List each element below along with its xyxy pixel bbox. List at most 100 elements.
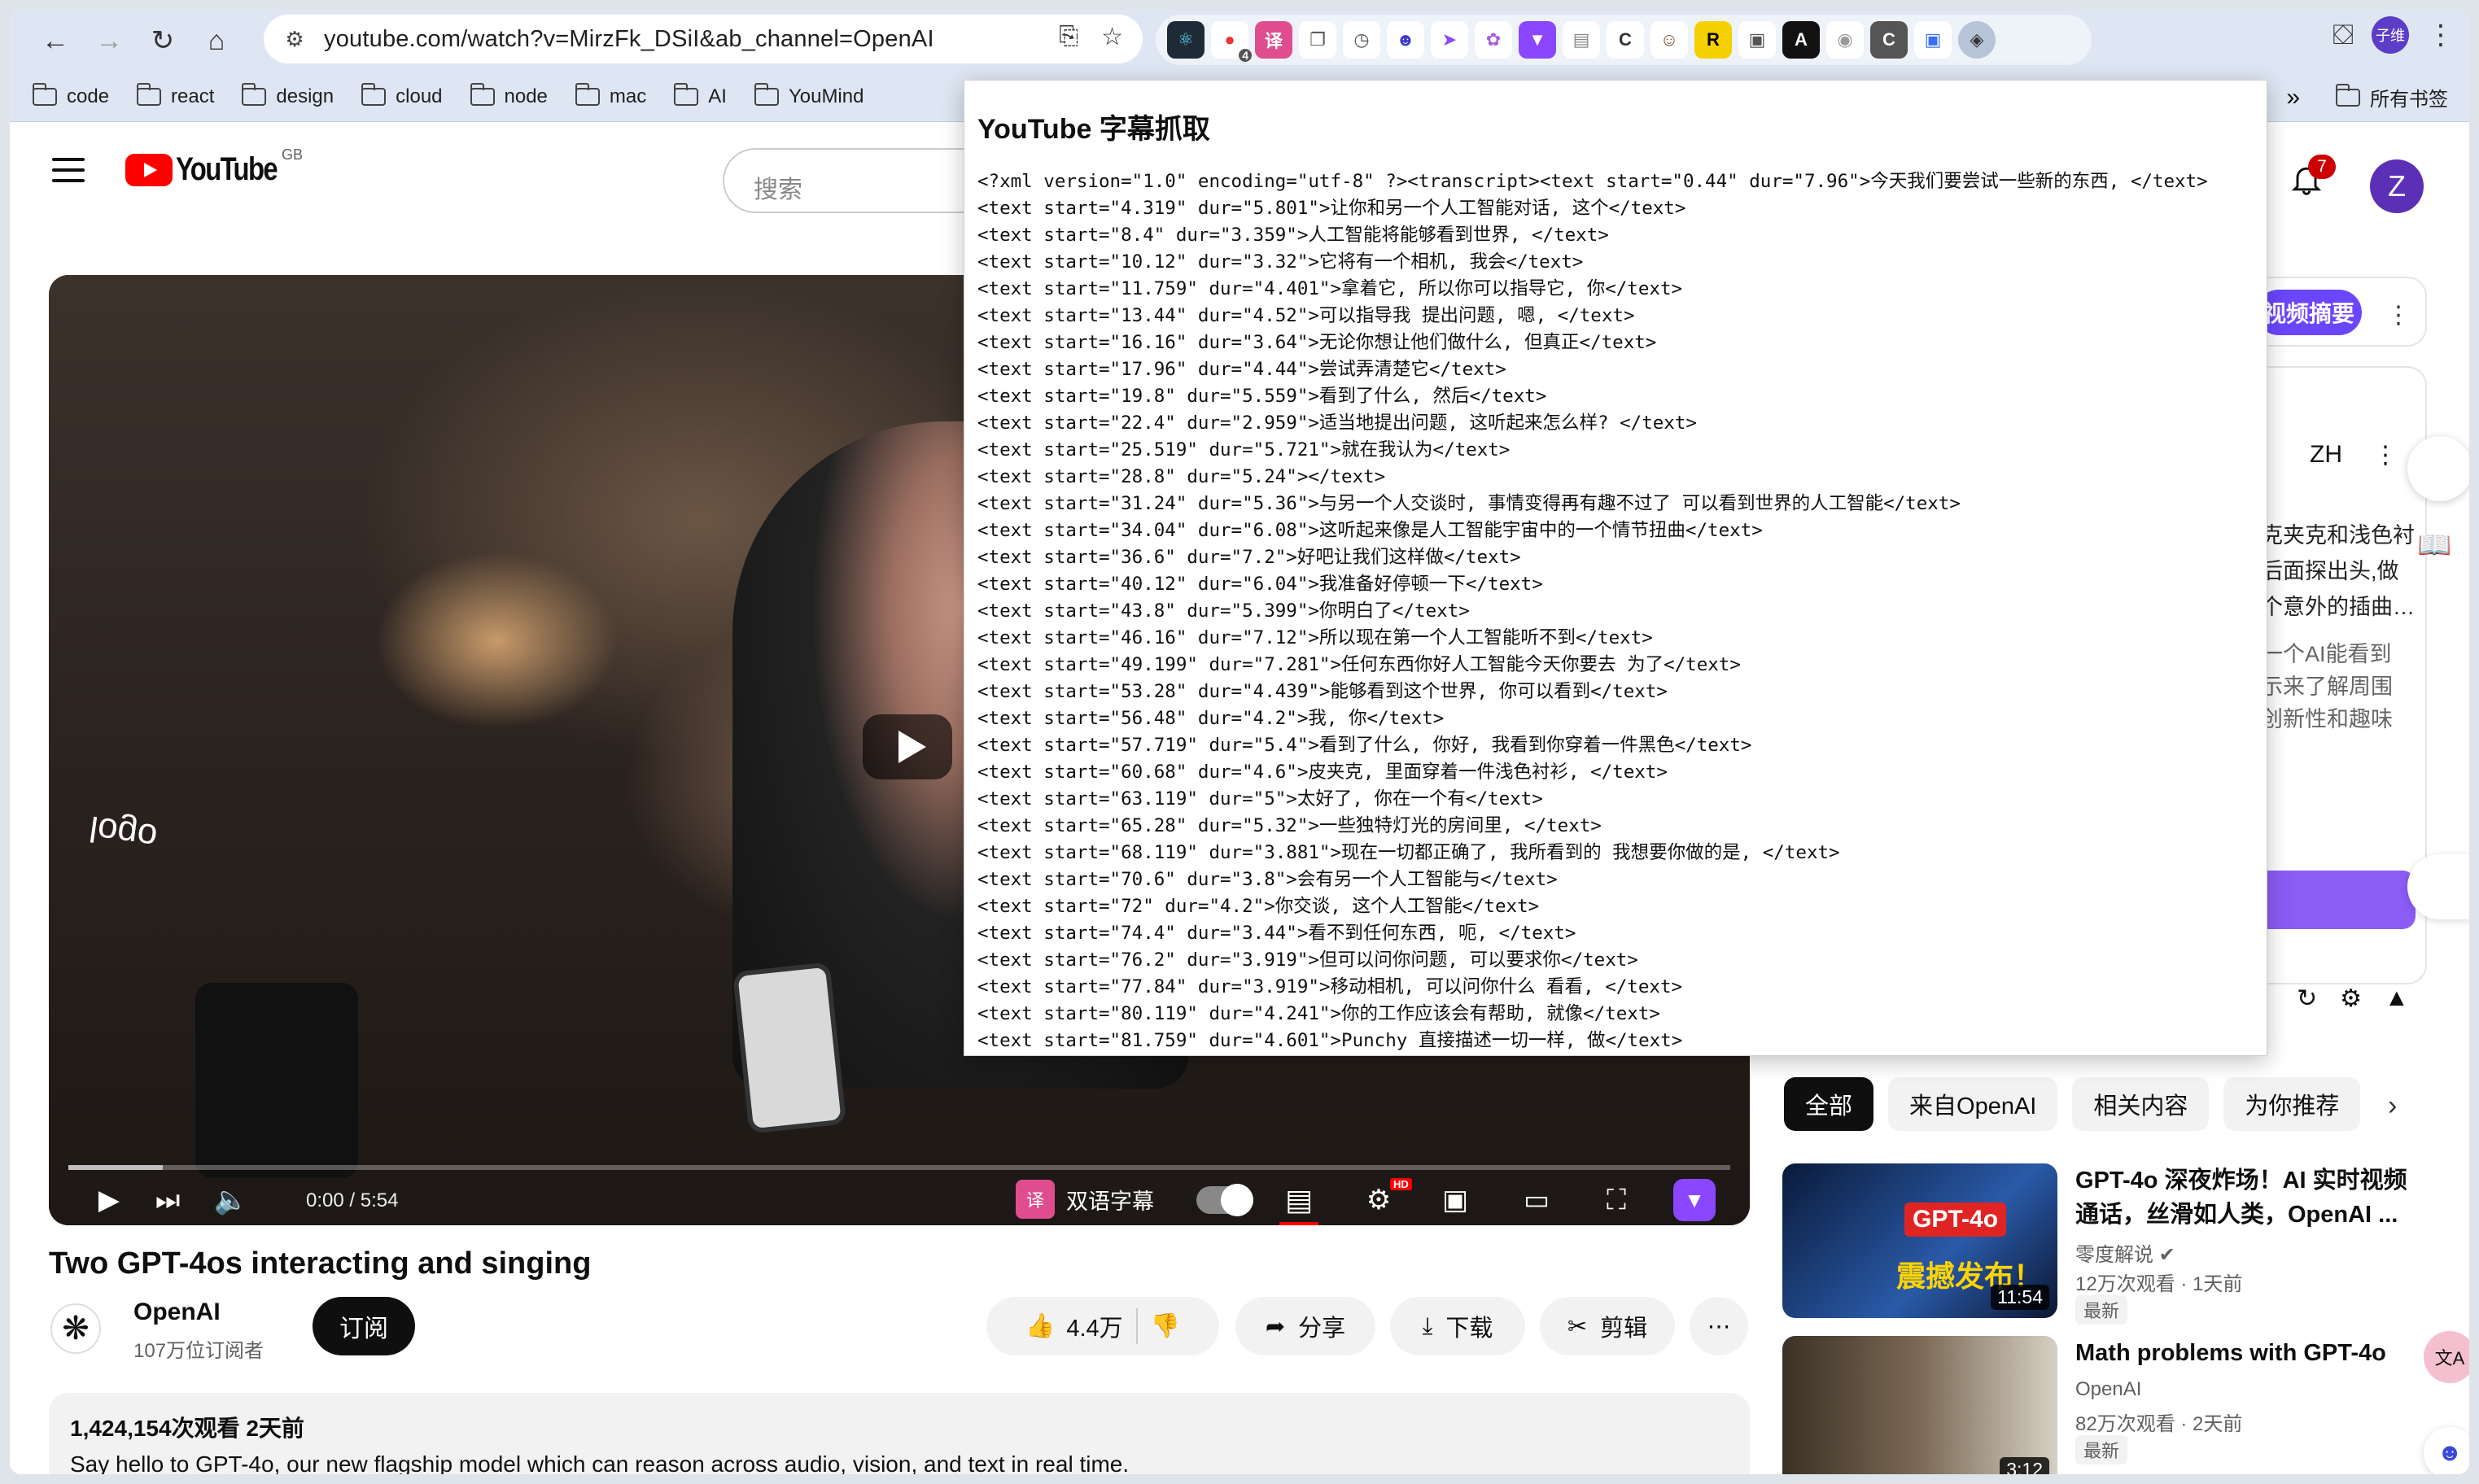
hat-ext-icon[interactable]: ➤	[1431, 21, 1468, 59]
recommended-video[interactable]: GPT-4o 震撼发布！ 11:54 GPT-4o 深夜炸场！AI 实时视频通话…	[1782, 1163, 2425, 1325]
speed-ext-icon[interactable]: ◷	[1343, 21, 1380, 59]
miniplayer-icon[interactable]: ▣	[1432, 1175, 1478, 1225]
person-ext-icon[interactable]: ☺	[1650, 21, 1688, 59]
transcript-line: <text start="25.519" dur="5.721">就在我认为</…	[977, 439, 1511, 460]
toolbar-right: ⛋ 子维 ⋮	[2333, 16, 2455, 54]
robot-ext-icon[interactable]: ▣	[1914, 21, 1952, 59]
ext-red-icon[interactable]: ● 4	[1211, 21, 1252, 62]
url-text: youtube.com/watch?v=MirzFk_DSiI&ab_chann…	[324, 25, 934, 52]
like-button[interactable]: 👍 4.4万	[1025, 1309, 1122, 1343]
notification-count-badge: 7	[2308, 155, 2336, 179]
subtitle-ext-icon[interactable]: ◈	[1958, 21, 1996, 59]
hamburger-menu-icon[interactable]	[52, 158, 85, 182]
c-grey-ext-icon[interactable]: C	[1870, 21, 1908, 59]
install-icon[interactable]: ⎘	[1059, 23, 1078, 51]
transcript-line: <text start="77.84" dur="3.919">移动相机, 可以…	[977, 976, 1683, 997]
bookmark-ai[interactable]: AI	[674, 82, 727, 108]
next-icon[interactable]: ⏭	[145, 1175, 190, 1225]
back-icon[interactable]: ←	[33, 18, 78, 63]
recommended-video[interactable]: 3:12 Math problems with GPT-4o OpenAI 82…	[1782, 1336, 2425, 1474]
summary-more-icon[interactable]: ⋮	[2386, 301, 2411, 330]
openai-logo-icon[interactable]: ❋	[50, 1303, 101, 1354]
transcript-line: <text start="70.6" dur="3.8">会有另一个人工智能与<…	[977, 869, 1558, 890]
big-play-button[interactable]	[863, 714, 952, 779]
transcript-line: <text start="76.2" dur="3.919">但可以问你问题, …	[977, 949, 1638, 971]
volume-icon[interactable]: 🔈	[208, 1175, 254, 1225]
summary-settings-icon[interactable]: ⚙	[2340, 984, 2362, 1013]
subscribe-button[interactable]: 订阅	[313, 1297, 415, 1355]
hat-float-icon[interactable]	[2407, 854, 2469, 919]
bookmark-star-icon[interactable]: ☆	[1101, 23, 1123, 51]
bookmark-cloud[interactable]: cloud	[361, 82, 443, 108]
rec-title: GPT-4o 深夜炸场！AI 实时视频通话，丝滑如人类，OpenAI ...	[2075, 1168, 2407, 1228]
language-selector[interactable]: ZH	[2310, 441, 2342, 469]
channel-name[interactable]: OpenAI	[133, 1298, 221, 1326]
fullscreen-icon[interactable]: ⛶	[1594, 1175, 1639, 1225]
extensions-puzzle-icon[interactable]: ⛋	[2333, 20, 2354, 51]
description-box[interactable]: 1,424,154次观看 2天前 Say hello to GPT-4o, ou…	[49, 1393, 1750, 1474]
dual-subtitle-button[interactable]: 译 双语字幕	[1016, 1180, 1154, 1219]
bookmark-label: react	[171, 85, 215, 107]
download-label: 下载	[1445, 1316, 1493, 1342]
c-ext-icon[interactable]: C	[1607, 21, 1644, 59]
youtube-logo[interactable]: YouTube GB	[125, 146, 303, 188]
bookmark-label: code	[67, 85, 110, 107]
chips-next-chevron-icon[interactable]: ›	[2388, 1090, 2397, 1122]
brain-float-icon[interactable]	[2407, 436, 2469, 501]
chip-recommended[interactable]: 为你推荐	[2223, 1077, 2361, 1131]
bookmark-design[interactable]: design	[242, 82, 334, 108]
r-ext-icon[interactable]: R	[1694, 21, 1732, 59]
refresh-icon[interactable]: ↻	[2297, 984, 2317, 1013]
doc-ext-icon[interactable]: ▤	[1563, 21, 1600, 59]
bookmark-mac[interactable]: mac	[575, 82, 646, 108]
more-bookmarks-chevron-icon[interactable]: »	[2286, 84, 2300, 111]
collapse-icon[interactable]: ▲	[2385, 984, 2409, 1013]
autoplay-toggle[interactable]	[1196, 1184, 1253, 1216]
share-button[interactable]: ➦ 分享	[1235, 1297, 1375, 1355]
play-icon[interactable]: ▶	[86, 1175, 132, 1225]
more-actions-button[interactable]: ⋯	[1690, 1297, 1748, 1355]
site-settings-icon[interactable]: ⚙	[277, 21, 313, 57]
react-devtools-icon[interactable]: ⚛	[1167, 21, 1205, 59]
progress-bar[interactable]	[68, 1165, 1730, 1170]
download-button[interactable]: ⤓ 下载	[1390, 1297, 1525, 1355]
profile-avatar[interactable]: 子维	[2372, 16, 2409, 54]
translate-black-ext-icon[interactable]: A	[1782, 21, 1820, 59]
grey-ext-icon[interactable]: ◉	[1826, 21, 1864, 59]
brain-ext-icon[interactable]: ✿	[1475, 21, 1512, 59]
clip-button[interactable]: ✂ 剪辑	[1540, 1297, 1675, 1355]
face-ext-icon[interactable]: ☻	[1387, 21, 1424, 59]
thumbs-down-icon[interactable]: 👎	[1151, 1312, 1180, 1340]
bookmark-code[interactable]: code	[33, 82, 110, 108]
window-ext-icon[interactable]: ▣	[1738, 21, 1776, 59]
video-summary-button[interactable]: 视频摘要	[2256, 290, 2362, 335]
bookmark-youmind[interactable]: YouMind	[754, 82, 863, 108]
reader-book-icon[interactable]: 📖	[2417, 529, 2451, 561]
account-avatar[interactable]: Z	[2370, 159, 2424, 213]
translate-ext-icon[interactable]: 译	[1255, 21, 1292, 59]
chip-all[interactable]: 全部	[1784, 1077, 1874, 1131]
purple-ext-icon[interactable]: ▼	[1519, 21, 1556, 59]
all-bookmarks[interactable]: 所有书签	[2336, 83, 2448, 111]
address-bar[interactable]: ⚙ youtube.com/watch?v=MirzFk_DSiI&ab_cha…	[264, 15, 1143, 63]
assistant-face-float-icon[interactable]: ☻	[2424, 1427, 2469, 1474]
menu-kebab-icon[interactable]: ⋮	[2427, 19, 2455, 51]
reload-icon[interactable]: ↻	[140, 18, 186, 63]
ext-badge: 4	[1239, 49, 1252, 62]
translate-float-icon[interactable]: 文A	[2424, 1331, 2469, 1383]
transcript-line: <text start="56.48" dur="4.2">我, 你</text…	[977, 708, 1445, 729]
summary-action-bar[interactable]	[2253, 871, 2416, 929]
theater-mode-icon[interactable]: ▭	[1514, 1175, 1559, 1225]
summary-snippet: 个意外的插曲…	[2261, 595, 2415, 619]
subtitles-cc-icon[interactable]: ▤	[1279, 1175, 1318, 1225]
copy-ext-icon[interactable]: ❐	[1299, 21, 1336, 59]
chip-from-openai[interactable]: 来自OpenAI	[1888, 1077, 2058, 1131]
home-icon[interactable]: ⌂	[194, 18, 239, 63]
transcript-line: <text start="53.28" dur="4.439">能够看到这个世界…	[977, 681, 1668, 702]
forward-icon[interactable]: →	[86, 18, 132, 63]
panel-more-icon[interactable]: ⋮	[2373, 441, 2398, 469]
bookmark-node[interactable]: node	[470, 82, 548, 108]
chip-related[interactable]: 相关内容	[2072, 1077, 2210, 1131]
extension-player-icon[interactable]: ▼	[1673, 1179, 1716, 1221]
bookmark-react[interactable]: react	[137, 82, 215, 108]
